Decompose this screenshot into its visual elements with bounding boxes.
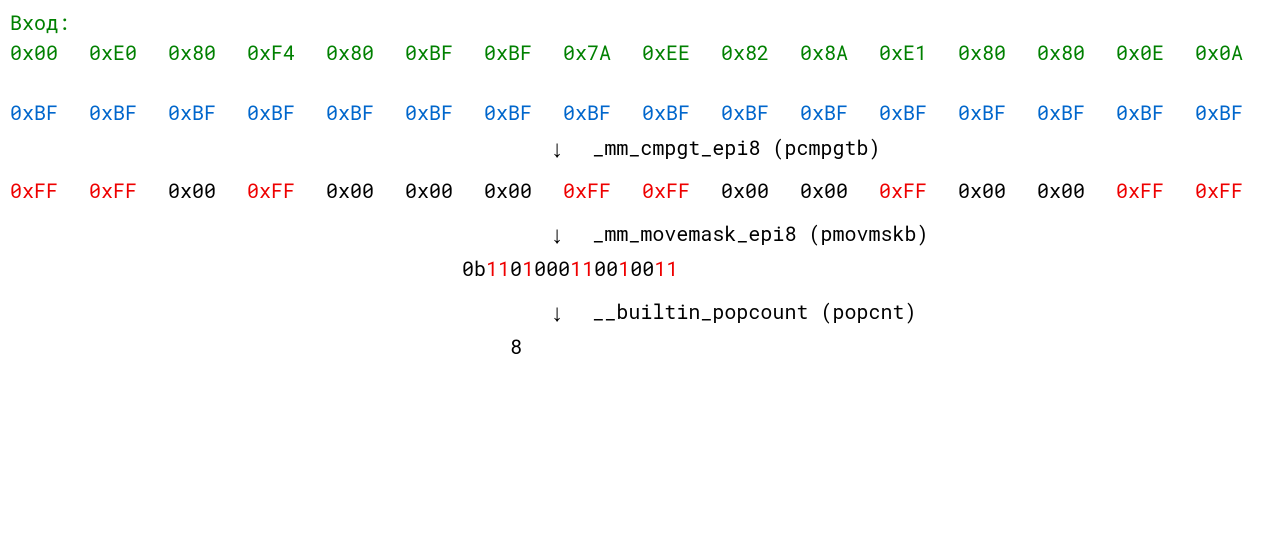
bit-char: 0 <box>546 256 558 282</box>
bit-char: 0 <box>630 256 642 282</box>
byte-value: 0xEE <box>642 38 721 68</box>
byte-value: 0xBF <box>326 98 405 128</box>
step-movemask: ↓ _mm_movemask_epi8 (pmovmskb) <box>10 214 1277 254</box>
byte-value: 0x7A <box>563 38 642 68</box>
byte-value: 0x8A <box>800 38 879 68</box>
byte-value: 0xBF <box>1195 98 1243 128</box>
byte-value: 0xFF <box>563 176 642 206</box>
byte-value: 0x00 <box>1037 176 1116 206</box>
bit-char: 1 <box>570 256 582 282</box>
byte-value: 0x00 <box>800 176 879 206</box>
byte-value: 0xE1 <box>879 38 958 68</box>
bit-char: 1 <box>666 256 678 282</box>
bit-char: 0 <box>558 256 570 282</box>
byte-value: 0xBF <box>89 98 168 128</box>
byte-value: 0xBF <box>958 98 1037 128</box>
byte-value: 0xBF <box>247 98 326 128</box>
bit-char: 1 <box>582 256 594 282</box>
result-value: 8 <box>10 332 1277 362</box>
step-cmpgt: ↓ _mm_cmpgt_epi8 (pcmpgtb) <box>10 128 1277 168</box>
byte-value: 0xFF <box>642 176 721 206</box>
bit-char: 1 <box>522 256 534 282</box>
byte-value: 0xFF <box>10 176 89 206</box>
step-popcount: ↓ __builtin_popcount (popcnt) <box>10 292 1277 332</box>
input-label: Вход: <box>10 8 1277 38</box>
input-bytes-row: 0x000xE00x800xF40x800xBF0xBF0x7A0xEE0x82… <box>10 38 1277 68</box>
step1-label: _mm_cmpgt_epi8 (pcmpgtb) <box>592 133 880 163</box>
byte-value: 0xBF <box>1037 98 1116 128</box>
byte-value: 0x00 <box>168 176 247 206</box>
bit-char: 1 <box>654 256 666 282</box>
byte-value: 0xE0 <box>89 38 168 68</box>
byte-value: 0x00 <box>326 176 405 206</box>
byte-value: 0xBF <box>563 98 642 128</box>
byte-value: 0x0A <box>1195 38 1243 68</box>
byte-value: 0x80 <box>958 38 1037 68</box>
bit-char: 0 <box>534 256 546 282</box>
byte-value: 0xBF <box>642 98 721 128</box>
arrow-down-icon: ↓ <box>550 128 592 168</box>
byte-value: 0x80 <box>168 38 247 68</box>
byte-value: 0x80 <box>1037 38 1116 68</box>
byte-value: 0xFF <box>1195 176 1243 206</box>
byte-value: 0xBF <box>484 98 563 128</box>
cmp-bytes-row: 0xFF0xFF0x000xFF0x000x000x000xFF0xFF0x00… <box>10 176 1277 206</box>
step2-label: _mm_movemask_epi8 (pmovmskb) <box>592 219 928 249</box>
arrow-down-icon: ↓ <box>550 214 592 254</box>
bit-char: 0 <box>642 256 654 282</box>
byte-value: 0xBF <box>1116 98 1195 128</box>
bit-char: 0 <box>606 256 618 282</box>
bits-prefix: 0b <box>462 256 486 282</box>
byte-value: 0x80 <box>326 38 405 68</box>
byte-value: 0xBF <box>405 98 484 128</box>
byte-value: 0xFF <box>247 176 326 206</box>
byte-value: 0x00 <box>721 176 800 206</box>
byte-value: 0xBF <box>168 98 247 128</box>
byte-value: 0x00 <box>10 38 89 68</box>
byte-value: 0xBF <box>10 98 89 128</box>
byte-value: 0x82 <box>721 38 800 68</box>
byte-value: 0x00 <box>405 176 484 206</box>
arrow-down-icon: ↓ <box>550 292 592 332</box>
byte-value: 0x00 <box>484 176 563 206</box>
byte-value: 0xFF <box>89 176 168 206</box>
bit-char: 1 <box>498 256 510 282</box>
step3-label: __builtin_popcount (popcnt) <box>592 297 916 327</box>
byte-value: 0xBF <box>405 38 484 68</box>
byte-value: 0xBF <box>879 98 958 128</box>
bit-char: 1 <box>486 256 498 282</box>
byte-value: 0xF4 <box>247 38 326 68</box>
byte-value: 0xFF <box>879 176 958 206</box>
byte-value: 0xFF <box>1116 176 1195 206</box>
bits-row: 0b1101000110010011 <box>10 254 1277 284</box>
byte-value: 0x00 <box>958 176 1037 206</box>
mask-bytes-row: 0xBF0xBF0xBF0xBF0xBF0xBF0xBF0xBF0xBF0xBF… <box>10 98 1277 128</box>
bit-char: 1 <box>618 256 630 282</box>
bit-char: 0 <box>510 256 522 282</box>
byte-value: 0xBF <box>800 98 879 128</box>
byte-value: 0xBF <box>721 98 800 128</box>
byte-value: 0xBF <box>484 38 563 68</box>
byte-value: 0x0E <box>1116 38 1195 68</box>
bit-char: 0 <box>594 256 606 282</box>
